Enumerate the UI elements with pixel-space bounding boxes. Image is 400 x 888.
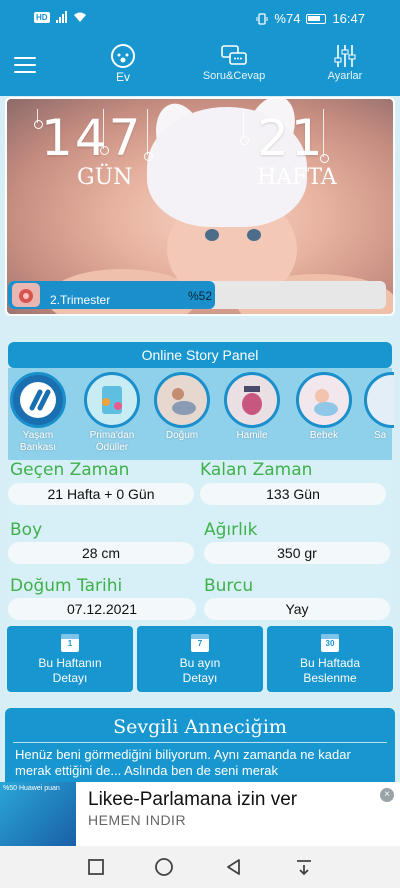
week-nutrition-button[interactable]: 30 Bu Haftada Beslenme (267, 626, 393, 692)
battery-percent: %74 (274, 11, 301, 26)
baby-eye-right (247, 229, 261, 241)
status-bar: HD %74 16:47 (0, 0, 400, 38)
ornament (34, 109, 43, 129)
story-rewards[interactable]: Prima'dan Ödüller (82, 372, 142, 454)
ad-image[interactable]: %50 Huawei puan (0, 782, 76, 846)
story-label: Prima'dan Ödüller (89, 430, 135, 453)
close-icon[interactable]: × (380, 788, 394, 802)
baby-icon (296, 372, 352, 428)
story-label: Sa (374, 430, 387, 441)
birth-date-label: Doğum Tarihi (10, 576, 123, 596)
story-label: Bebek (309, 430, 339, 441)
back-icon[interactable] (224, 857, 244, 877)
story-health[interactable]: Sa (364, 372, 394, 442)
height-label: Boy (10, 520, 43, 540)
wifi-icon (73, 12, 86, 22)
home-icon[interactable] (154, 857, 174, 877)
weight-label: Ağırlık (204, 520, 258, 540)
calendar-icon: 30 (321, 634, 339, 652)
vibrate-icon (256, 12, 268, 25)
letter-body: Henüz beni görmediğini biliyorum. Aynı z… (15, 747, 351, 778)
button-label-line1: Bu Haftada (299, 656, 361, 670)
recents-icon[interactable] (86, 857, 106, 877)
tab-home-label: Ev (115, 70, 130, 84)
story-birth[interactable]: Doğum (152, 372, 212, 442)
story-label: Yaşam Bankası (19, 430, 57, 453)
tab-qa[interactable]: Soru&Cevap (198, 42, 270, 82)
chat-bubbles-icon (198, 42, 270, 70)
weight-value: 350 gr (204, 542, 390, 564)
signal-icon (55, 11, 67, 23)
elapsed-value: 21 Hafta + 0 Gün (8, 483, 194, 505)
battery-icon (306, 13, 327, 24)
notification-down-icon[interactable] (294, 857, 314, 877)
tab-settings-label: Ayarlar (327, 70, 363, 82)
hd-badge: HD (34, 11, 50, 23)
letter-card[interactable]: Sevgili Anneciğim Henüz beni görmediğini… (5, 708, 395, 788)
divider (13, 742, 387, 743)
ad-subtitle: HEMEN INDIR (88, 812, 187, 828)
menu-icon[interactable] (14, 57, 36, 73)
zodiac-label: Burcu (204, 576, 254, 596)
ornament (144, 109, 153, 161)
weeks-value: 21 (257, 109, 325, 167)
baby-face-icon (102, 42, 144, 70)
button-label-line1: Bu Haftanın (38, 656, 102, 670)
ad-banner[interactable]: %50 Huawei puan Likee-Parlamana izin ver… (0, 782, 400, 846)
weeks-label: HAFTA (257, 165, 337, 190)
month-detail-button[interactable]: 7 Bu ayın Detayı (137, 626, 263, 692)
remaining-value: 133 Gün (200, 483, 386, 505)
calendar-icon: 7 (191, 634, 209, 652)
baby-eye-left (205, 229, 219, 241)
remaining-label: Kalan Zaman (200, 460, 313, 480)
button-label-line2: Detayı (52, 671, 88, 685)
button-label-line2: Detayı (182, 671, 218, 685)
tab-settings[interactable]: Ayarlar (322, 42, 368, 82)
ad-image-text: %50 Huawei puan (3, 785, 60, 792)
days-value: 147 (41, 109, 143, 167)
trimester-progress: 2.Trimester %52 (8, 281, 386, 309)
letter-title: Sevgili Anneciğim (113, 716, 287, 738)
trimester-percent: %52 (188, 289, 213, 303)
week-detail-button[interactable]: 1 Bu Haftanın Detayı (7, 626, 133, 692)
life-bank-icon (10, 372, 66, 428)
story-baby[interactable]: Bebek (294, 372, 354, 442)
clock: 16:47 (332, 11, 365, 26)
system-navigation-bar (0, 846, 400, 888)
tab-home[interactable]: Ev (102, 42, 144, 84)
pregnant-icon (224, 372, 280, 428)
button-label-line2: Beslenme (303, 671, 357, 685)
elapsed-label: Geçen Zaman (10, 460, 130, 480)
uterus-icon (12, 283, 40, 307)
trimester-label: 2.Trimester (50, 293, 111, 307)
gift-icon (84, 372, 140, 428)
ad-title: Likee-Parlamana izin ver (88, 789, 298, 810)
sliders-icon (322, 42, 368, 70)
ornament (240, 109, 249, 145)
app-bar: Ev Soru&Cevap Ayarlar (0, 38, 400, 96)
days-label: GÜN (77, 165, 133, 190)
story-label: Doğum (165, 430, 199, 441)
health-icon (364, 372, 394, 428)
story-life-bank[interactable]: Yaşam Bankası (8, 372, 68, 454)
tab-qa-label: Soru&Cevap (202, 70, 266, 82)
story-pregnant[interactable]: Hamile (222, 372, 282, 442)
birth-date-value: 07.12.2021 (8, 598, 196, 620)
story-label: Hamile (236, 430, 268, 441)
height-value: 28 cm (8, 542, 194, 564)
calendar-icon: 1 (61, 634, 79, 652)
button-label-line1: Bu ayın (179, 656, 221, 670)
zodiac-value: Yay (204, 598, 390, 620)
story-panel-title: Online Story Panel (8, 342, 392, 368)
birth-icon (154, 372, 210, 428)
